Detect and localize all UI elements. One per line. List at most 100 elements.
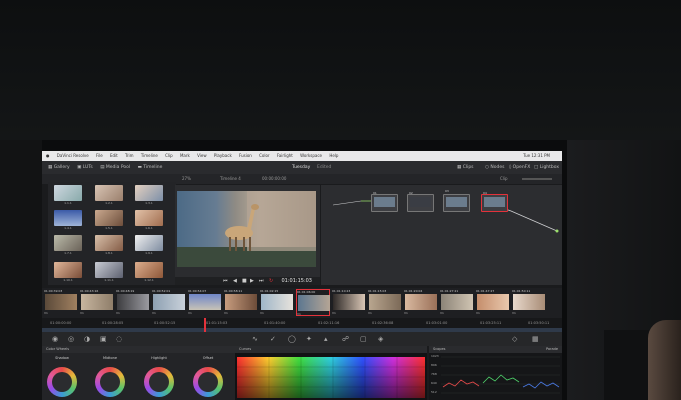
scopes-icon[interactable]: ▦ [532, 335, 539, 343]
gallery-still[interactable] [95, 235, 123, 251]
zoom-level[interactable]: 27% [182, 174, 191, 184]
viewer-frame[interactable] [177, 191, 316, 267]
curves-panel[interactable] [235, 353, 427, 400]
timeline-clip[interactable]: 01:00:52:01 V1 [152, 289, 186, 316]
menu-workspace[interactable]: Workspace [300, 153, 322, 158]
clip-thumb [333, 294, 365, 310]
timeline-clip[interactable]: 01:00:58:11 V1 [224, 289, 258, 316]
color-match-icon[interactable]: ◎ [68, 335, 74, 343]
menu-help[interactable]: Help [329, 153, 338, 158]
openfx-button[interactable]: ◊ OpenFX [509, 161, 530, 174]
play-reverse-icon[interactable]: ◀ [233, 277, 237, 285]
gallery-still[interactable] [95, 262, 123, 278]
node-02[interactable] [407, 194, 434, 212]
gallery-still-label: 1.12.1 [144, 278, 154, 282]
node-04[interactable] [481, 194, 508, 212]
gallery-still[interactable] [54, 235, 82, 251]
timeline-clip[interactable]: 01:01:10:23 V1 [332, 289, 366, 316]
timeline-clip[interactable]: 01:01:27:21 V1 [440, 289, 474, 316]
curves-title: Curves [239, 347, 252, 351]
highlight-wheel[interactable] [144, 367, 174, 397]
menu-trim[interactable]: Trim [125, 153, 134, 158]
shadow-wheel[interactable] [47, 367, 77, 397]
play-icon[interactable]: ▶ [250, 277, 254, 285]
timeline-clip[interactable]: 01:00:54:07 V1 [188, 289, 222, 316]
menu-timeline[interactable]: Timeline [141, 153, 158, 158]
timeline-clip-selected[interactable]: 01:01:06:00 V1 [296, 289, 330, 316]
lightbox-button[interactable]: □ Lightbox [534, 161, 559, 174]
gallery-still[interactable] [95, 185, 123, 201]
loop-icon[interactable]: ↻ [269, 277, 273, 285]
gallery-still[interactable] [54, 185, 82, 201]
clips-button[interactable]: ▦ Clips [457, 161, 474, 174]
timeline-clip[interactable]: 01:00:39:03 V1 [44, 289, 78, 316]
gallery-still[interactable] [135, 262, 163, 278]
gallery-still[interactable] [135, 185, 163, 201]
menu-fairlight[interactable]: Fairlight [277, 153, 293, 158]
timeline-button[interactable]: ▬ Timeline [138, 161, 163, 174]
viewer-source-timecode: 00:00:00:00 [262, 176, 287, 181]
clip-name: V1 [44, 311, 48, 315]
timeline-clip[interactable]: 01:01:02:15 V1 [260, 289, 294, 316]
menu-mark[interactable]: Mark [180, 153, 190, 158]
skip-back-icon[interactable]: ⏮ [223, 277, 228, 285]
gallery-still[interactable] [135, 210, 163, 226]
ruler-tick: 01:01:40:00 [264, 321, 286, 325]
node-thumb [484, 197, 505, 207]
curves-icon[interactable]: ∿ [252, 335, 258, 343]
color-wheels-icon[interactable]: ◑ [84, 335, 90, 343]
scopes-header: Scopes Parade [429, 346, 562, 353]
openfx-label: OpenFX [512, 165, 531, 170]
clip-thumb [117, 294, 149, 310]
node-03[interactable] [443, 194, 470, 212]
timeline-clip[interactable]: 01:01:15:03 V1 [368, 289, 402, 316]
window-icon[interactable]: ◯ [288, 335, 296, 343]
wheel-center [100, 372, 120, 392]
qualifier-icon[interactable]: ✓ [270, 335, 276, 343]
gallery-still[interactable] [54, 262, 82, 278]
menu-clip[interactable]: Clip [165, 153, 173, 158]
gallery-still[interactable] [95, 210, 123, 226]
menu-file[interactable]: File [96, 153, 103, 158]
sizing-icon[interactable]: ▢ [360, 335, 367, 343]
menu-playback[interactable]: Playback [214, 153, 232, 158]
timeline-clip[interactable]: 01:01:47:27 V1 [476, 289, 510, 316]
gallery-still[interactable] [135, 235, 163, 251]
skip-forward-icon[interactable]: ⏭ [259, 277, 264, 285]
luts-button[interactable]: ▣ LUTs [77, 161, 93, 174]
key-icon[interactable]: ☍ [342, 335, 349, 343]
offset-wheel[interactable] [193, 367, 223, 397]
keyframes-icon[interactable]: ◇ [512, 335, 517, 343]
apple-icon[interactable]: ● [46, 153, 50, 158]
timeline-selector[interactable]: Timeline 4 [220, 174, 241, 184]
menu-view[interactable]: View [197, 153, 207, 158]
camera-raw-icon[interactable]: ◉ [52, 335, 58, 343]
gallery-still-label: 1.9.1 [145, 251, 153, 255]
nodes-button[interactable]: ○ Nodes [485, 161, 504, 174]
stop-icon[interactable]: ■ [242, 277, 247, 285]
media-pool-button[interactable]: ▤ Media Pool [100, 161, 130, 174]
clip-slider[interactable] [522, 178, 552, 180]
timeline-clip[interactable]: 01:01:50:11 V1 [512, 289, 546, 316]
tracker-icon[interactable]: ✦ [306, 335, 312, 343]
scope-mode-select[interactable]: Parade [546, 346, 558, 353]
timeline-clip[interactable]: 01:00:43:16 V1 [80, 289, 114, 316]
motion-effects-icon[interactable]: ◌ [116, 335, 122, 343]
playhead[interactable] [204, 318, 206, 332]
timeline-clip[interactable]: 01:00:48:19 V1 [116, 289, 150, 316]
wall-shadow [604, 330, 654, 400]
node-01[interactable] [371, 194, 398, 212]
blur-icon[interactable]: ▴ [324, 335, 328, 343]
3d-icon[interactable]: ◈ [378, 335, 383, 343]
timeline-clip[interactable]: 01:01:20:04 V1 [404, 289, 438, 316]
clip-name: V1 [260, 311, 264, 315]
gallery-button[interactable]: ▦ Gallery [48, 161, 70, 174]
rgb-mixer-icon[interactable]: ▣ [100, 335, 107, 343]
gallery-still[interactable] [54, 210, 82, 226]
menu-app[interactable]: DaVinci Resolve [57, 153, 89, 158]
midtone-wheel[interactable] [95, 367, 125, 397]
menu-edit[interactable]: Edit [110, 153, 118, 158]
menu-color[interactable]: Color [259, 153, 269, 158]
menu-fusion[interactable]: Fusion [239, 153, 252, 158]
timeline-ruler[interactable]: 01:00:00:00 01:00:28:05 01:00:52:15 01:0… [42, 318, 562, 328]
